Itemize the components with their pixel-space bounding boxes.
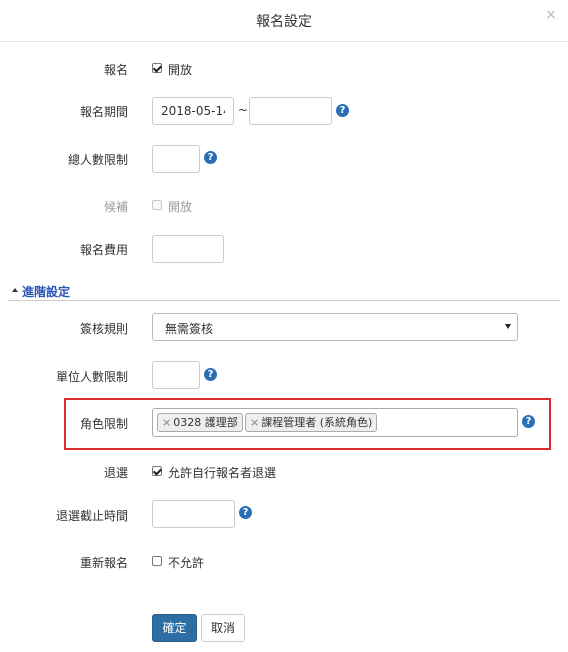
reregister-option-label: 不允許	[168, 556, 205, 570]
reregister-checkbox[interactable]	[152, 556, 162, 566]
waitlist-label: 候補	[103, 200, 128, 214]
withdraw-deadline-input[interactable]	[152, 500, 235, 528]
question-circle-icon[interactable]: ?	[522, 415, 535, 428]
role-tag: × 課程管理者 (系統角色)	[245, 413, 378, 432]
chevron-down-icon	[505, 324, 511, 329]
registration-open-label: 開放	[168, 63, 193, 77]
cancel-button[interactable]: 取消	[201, 614, 245, 642]
caret-up-icon	[12, 288, 18, 292]
period-label: 報名期間	[79, 105, 128, 119]
withdraw-deadline-label: 退選截止時間	[55, 509, 128, 523]
waitlist-open-label: 開放	[168, 200, 193, 214]
withdraw-label: 退選	[103, 466, 128, 480]
waitlist-open-checkbox[interactable]	[152, 200, 162, 210]
unit-limit-input[interactable]	[152, 361, 200, 389]
dialog-title: 報名設定	[256, 14, 312, 30]
remove-tag-icon[interactable]: ×	[162, 416, 171, 429]
withdraw-allow-checkbox[interactable]	[152, 466, 162, 476]
registration-label: 報名	[103, 63, 128, 77]
question-circle-icon[interactable]: ?	[204, 151, 217, 164]
fee-input[interactable]	[152, 235, 224, 263]
confirm-button[interactable]: 確定	[152, 614, 197, 642]
role-limit-label: 角色限制	[79, 417, 128, 431]
advanced-settings-toggle[interactable]: 進階設定	[22, 283, 70, 300]
registration-open-checkbox[interactable]	[152, 63, 162, 73]
role-tag: × 0328 護理部	[157, 413, 243, 432]
remove-tag-icon[interactable]: ×	[250, 416, 259, 429]
dialog-header: 報名設定 ×	[0, 0, 568, 42]
review-rule-label: 簽核規則	[79, 322, 128, 336]
period-end-input[interactable]	[249, 97, 332, 125]
question-circle-icon[interactable]: ?	[204, 368, 217, 381]
role-tag-label: 0328 護理部	[173, 416, 238, 429]
period-start-input[interactable]	[152, 97, 234, 125]
review-rule-selected: 無需簽核	[165, 322, 214, 336]
total-limit-input[interactable]	[152, 145, 200, 173]
advanced-settings-section[interactable]: 進階設定	[8, 283, 560, 301]
role-tag-label: 課程管理者 (系統角色)	[261, 416, 373, 429]
unit-limit-label: 單位人數限制	[55, 370, 128, 384]
period-separator: ~	[238, 103, 249, 117]
question-circle-icon[interactable]: ?	[336, 104, 349, 117]
reregister-label: 重新報名	[79, 556, 128, 570]
total-limit-label: 總人數限制	[67, 153, 128, 167]
question-circle-icon[interactable]: ?	[239, 506, 252, 519]
fee-label: 報名費用	[79, 243, 128, 257]
registration-settings-dialog: 報名設定 × 報名 開放 報名期間 ~ ? 總人數限制 ? 候補 開放 報名費用…	[0, 0, 568, 652]
withdraw-allow-label: 允許自行報名者退選	[168, 466, 277, 480]
close-icon[interactable]: ×	[544, 8, 558, 22]
role-limit-tag-input[interactable]: × 0328 護理部 × 課程管理者 (系統角色)	[152, 408, 518, 437]
review-rule-select[interactable]: 無需簽核	[152, 313, 518, 341]
